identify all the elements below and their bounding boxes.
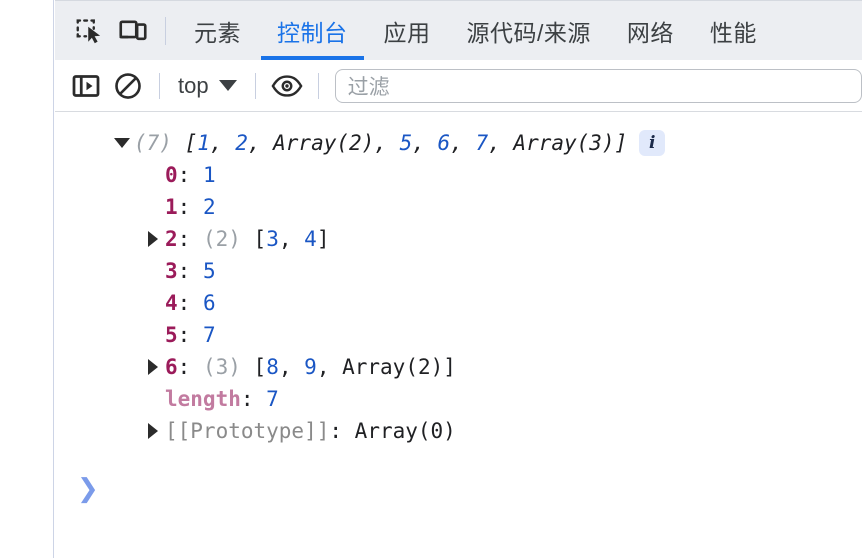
array-preview-v5: 7 (475, 131, 489, 155)
console-row-index-1[interactable]: 1 : 2 (55, 191, 862, 223)
nested-value-1: 4 (304, 227, 317, 251)
console-output-area[interactable]: (7) [1, 2, Array(2), 5, 6, 7, Array(3)] … (55, 112, 862, 558)
property-key: 1 (165, 195, 178, 219)
nested-array-count: (3) (202, 355, 241, 379)
console-row-index-4[interactable]: 4 : 6 (55, 287, 862, 319)
property-value: 2 (202, 195, 216, 219)
device-toolbar-icon[interactable] (111, 9, 155, 53)
live-expression-eye-icon[interactable] (266, 65, 308, 107)
tab-application[interactable]: 应用 (366, 1, 449, 61)
console-row-root[interactable]: (7) [1, 2, Array(2), 5, 6, 7, Array(3)] … (55, 127, 862, 159)
nested-value-0: 8 (266, 355, 279, 379)
tab-console[interactable]: 控制台 (259, 1, 366, 61)
disclosure-triangle-down-icon[interactable] (110, 138, 134, 148)
tab-elements-label: 元素 (194, 19, 241, 46)
console-row-length[interactable]: length : 7 (55, 383, 862, 415)
console-row-index-2[interactable]: 2 : (2) [3, 4] (55, 223, 862, 255)
tab-console-label: 控制台 (277, 19, 348, 46)
array-preview-v3: 5 (399, 131, 413, 155)
console-row-prototype[interactable]: [[Prototype]] : Array(0) (55, 415, 862, 447)
chevron-down-icon (218, 80, 237, 91)
toolbar-divider-2 (254, 72, 256, 99)
console-sidebar-toggle-icon[interactable] (65, 65, 107, 107)
tabbar-divider (165, 16, 166, 45)
property-key-prototype: [[Prototype]] (165, 419, 330, 443)
property-value: 5 (202, 259, 216, 283)
devtools-panel: 元素 控制台 应用 源代码/来源 网络 性能 top 过滤 (7) [1 , … (55, 0, 862, 558)
tab-sources[interactable]: 源代码/来源 (449, 1, 609, 61)
property-key: 3 (165, 259, 178, 283)
inspect-element-icon[interactable] (67, 9, 111, 53)
property-key: 5 (165, 323, 178, 347)
page-left-gutter (0, 0, 54, 558)
disclosure-triangle-right-icon[interactable] (141, 423, 165, 439)
devtools-tabbar: 元素 控制台 应用 源代码/来源 网络 性能 (55, 0, 862, 61)
property-value: 1 (202, 163, 216, 187)
tab-elements[interactable]: 元素 (176, 1, 259, 61)
disclosure-triangle-right-icon[interactable] (141, 231, 165, 247)
nested-value-0: 3 (266, 227, 279, 251)
console-log-entry: (7) [1, 2, Array(2), 5, 6, 7, Array(3)] … (55, 112, 862, 447)
property-value: 7 (202, 323, 216, 347)
prompt-chevron-icon: ❯ (77, 474, 99, 504)
tab-sources-label: 源代码/来源 (466, 19, 591, 46)
property-value: Array(0) (354, 419, 456, 443)
property-key: 0 (165, 163, 178, 187)
property-value: 7 (266, 387, 279, 411)
nested-value-1: 9 (304, 355, 317, 379)
tab-network-label: 网络 (626, 19, 674, 46)
property-key: 2 (165, 227, 178, 251)
clear-console-icon[interactable] (107, 65, 149, 107)
console-filter-input[interactable]: 过滤 (334, 68, 862, 103)
tab-application-label: 应用 (383, 19, 431, 46)
console-row-index-5[interactable]: 5 : 7 (55, 319, 862, 351)
array-preview-v4: 6 (437, 131, 451, 155)
console-row-index-0[interactable]: 0 : 1 (55, 159, 862, 191)
toolbar-divider-3 (317, 72, 319, 99)
array-length-count: (7) (134, 131, 172, 155)
tab-network[interactable]: 网络 (609, 1, 692, 61)
info-badge-icon[interactable]: i (639, 130, 666, 156)
tab-performance[interactable]: 性能 (692, 1, 775, 61)
property-key: 4 (165, 291, 178, 315)
console-filter-placeholder: 过滤 (347, 75, 390, 99)
execution-context-label: top (178, 72, 209, 98)
console-row-index-6[interactable]: 6 : (3) [8, 9, Array(2)] (55, 351, 862, 383)
console-prompt-input[interactable] (99, 474, 862, 504)
devtools-tabs: 元素 控制台 应用 源代码/来源 网络 性能 (176, 1, 775, 61)
nested-array-count: (2) (202, 227, 241, 251)
disclosure-triangle-right-icon[interactable] (141, 359, 165, 375)
devtools-window: 元素 控制台 应用 源代码/来源 网络 性能 top 过滤 (7) [1 , … (0, 0, 862, 558)
console-toolbar: top 过滤 (55, 60, 862, 112)
toolbar-divider-1 (159, 72, 160, 99)
array-preview-v1: 2 (235, 131, 248, 155)
array-preview-v0: 1 (197, 131, 210, 155)
property-key: 6 (165, 355, 178, 379)
tab-performance-label: 性能 (709, 19, 757, 46)
tabbar-icon-group (55, 1, 176, 61)
console-prompt-row[interactable]: ❯ (55, 471, 862, 507)
console-row-index-3[interactable]: 3 : 5 (55, 255, 862, 287)
property-key-length: length (165, 387, 241, 411)
array-preview-open: [ (184, 131, 198, 155)
property-value: 6 (202, 291, 216, 315)
execution-context-select[interactable]: top (170, 67, 245, 105)
